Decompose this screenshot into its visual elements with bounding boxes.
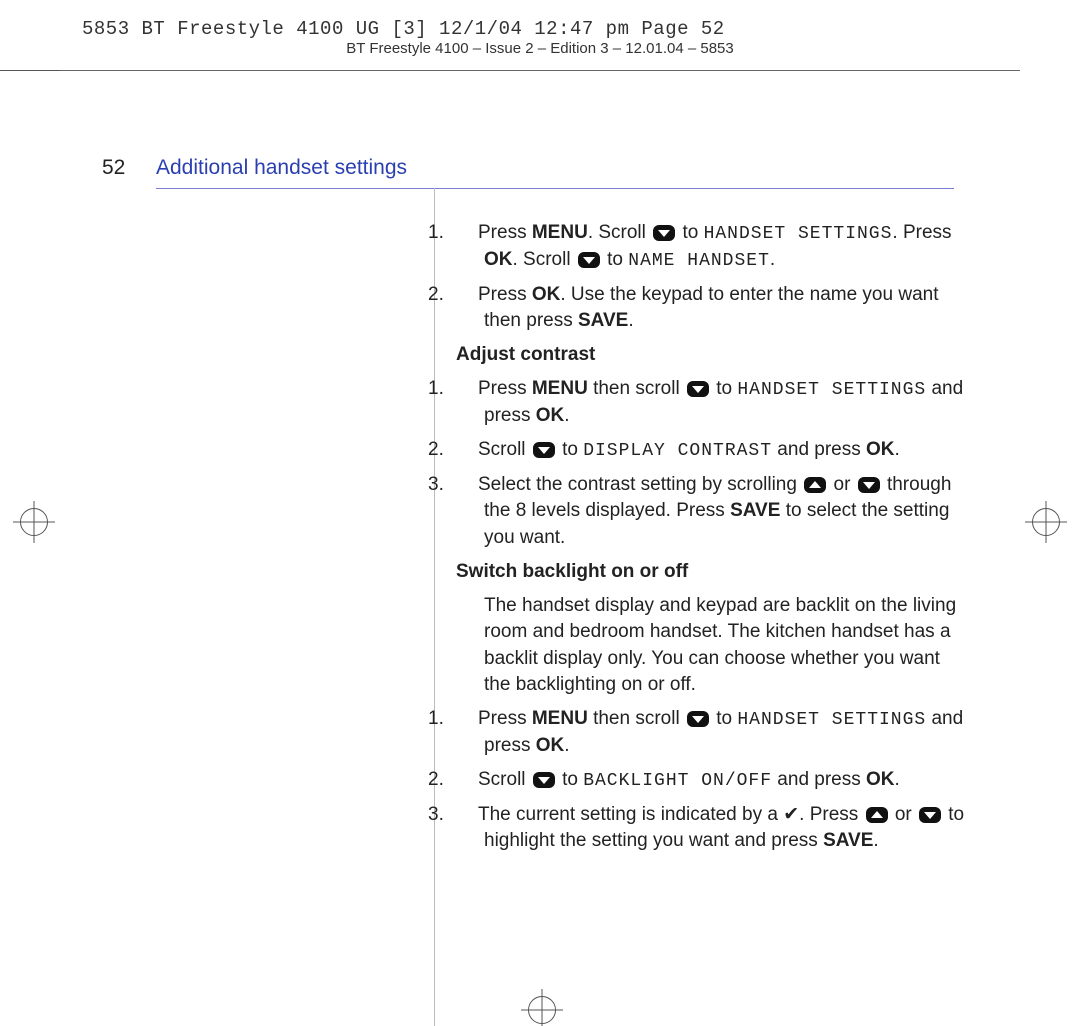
section-title: Additional handset settings (156, 156, 407, 180)
down-arrow-icon (653, 225, 675, 241)
print-slug: 5853 BT Freestyle 4100 UG [3] 12/1/04 12… (82, 18, 725, 40)
intro-step-1: 1.Press MENU. Scroll to HANDSET SETTINGS… (456, 220, 966, 274)
down-arrow-icon (533, 442, 555, 458)
backlight-intro: The handset display and keypad are backl… (456, 593, 966, 698)
down-arrow-icon (919, 807, 941, 823)
page-number: 52 (102, 156, 125, 180)
backlight-step-3: 3.The current setting is indicated by a … (456, 802, 966, 854)
contrast-step-3: 3.Select the contrast setting by scrolli… (456, 472, 966, 551)
heading-adjust-contrast: Adjust contrast (456, 342, 966, 368)
column-divider (434, 188, 435, 1026)
contrast-step-1: 1.Press MENU then scroll to HANDSET SETT… (456, 376, 966, 429)
backlight-step-1: 1.Press MENU then scroll to HANDSET SETT… (456, 706, 966, 759)
page-body: 52 Additional handset settings 1.Press M… (60, 70, 1080, 1026)
checkmark-icon: ✔ (783, 804, 799, 825)
main-column: 1.Press MENU. Scroll to HANDSET SETTINGS… (456, 220, 966, 862)
down-arrow-icon (578, 252, 600, 268)
down-arrow-icon (687, 381, 709, 397)
running-head: BT Freestyle 4100 – Issue 2 – Edition 3 … (0, 40, 1080, 57)
intro-step-2: 2.Press OK. Use the keypad to enter the … (456, 282, 966, 334)
up-arrow-icon (866, 807, 888, 823)
backlight-step-2: 2.Scroll to BACKLIGHT ON/OFF and press O… (456, 767, 966, 794)
heading-backlight: Switch backlight on or off (456, 559, 966, 585)
up-arrow-icon (804, 477, 826, 493)
contrast-step-2: 2.Scroll to DISPLAY CONTRAST and press O… (456, 437, 966, 464)
down-arrow-icon (687, 711, 709, 727)
title-rule (156, 188, 954, 189)
down-arrow-icon (533, 772, 555, 788)
down-arrow-icon (858, 477, 880, 493)
